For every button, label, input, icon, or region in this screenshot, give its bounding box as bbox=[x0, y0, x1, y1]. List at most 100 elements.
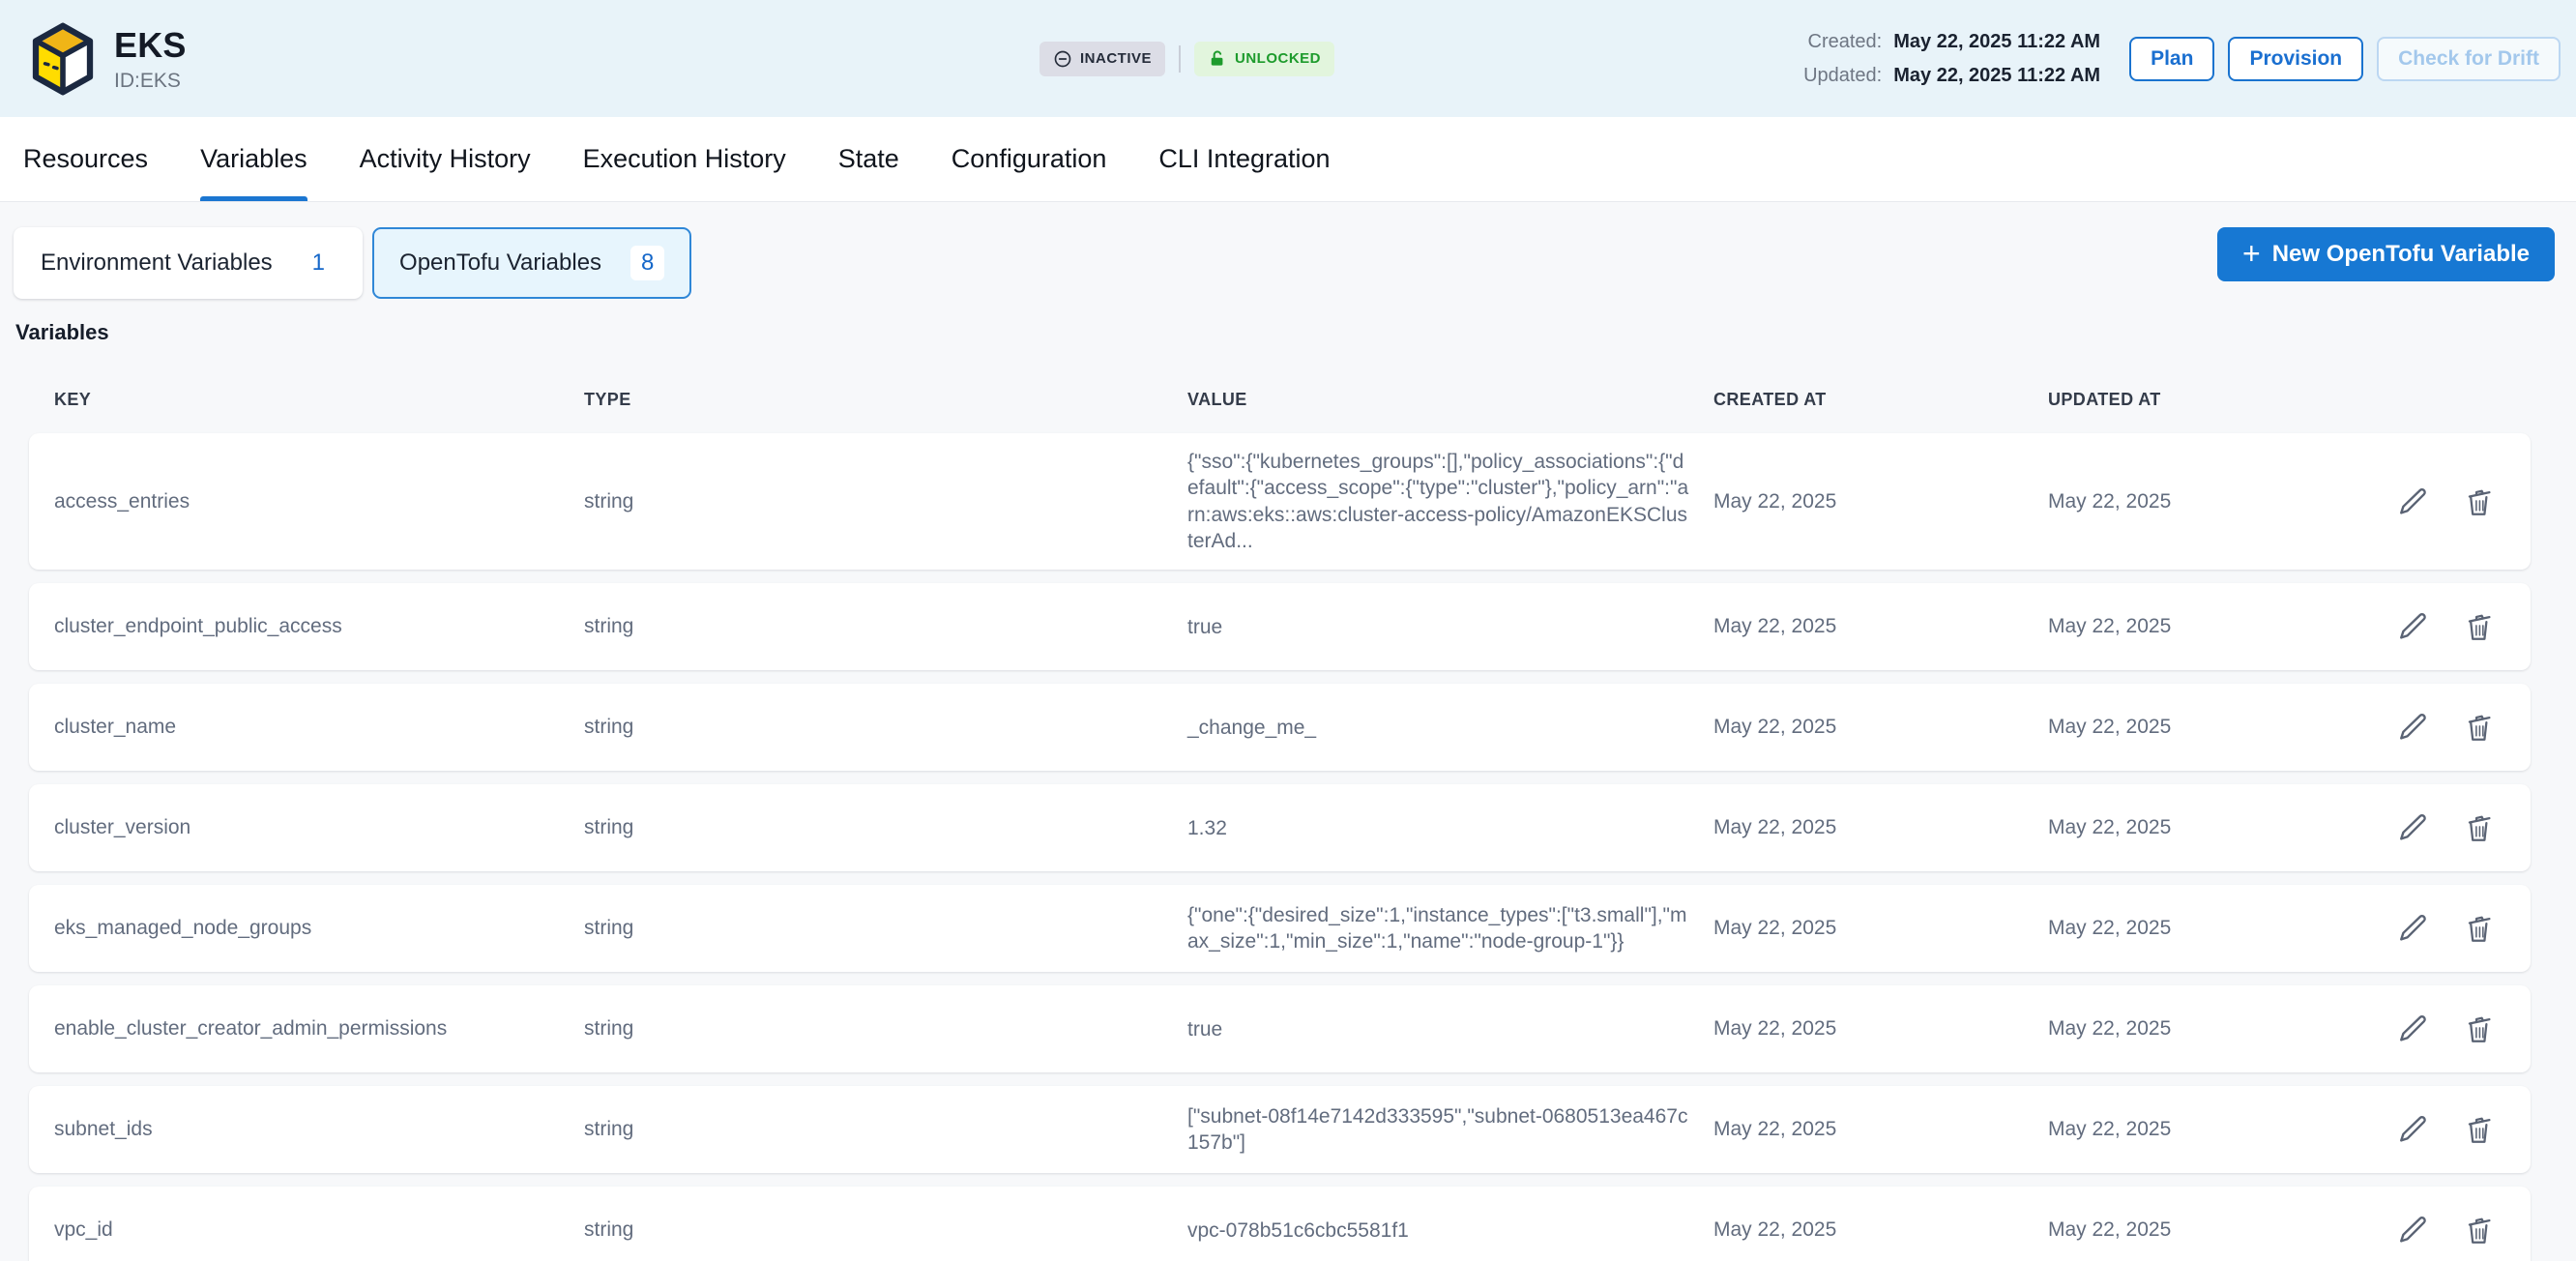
table-row: subnet_ids string ["subnet-08f14e7142d33… bbox=[29, 1086, 2531, 1173]
edit-variable-button[interactable] bbox=[2397, 711, 2430, 744]
table-row: cluster_endpoint_public_access string tr… bbox=[29, 583, 2531, 670]
opentofu-variables-toggle[interactable]: OpenTofu Variables 8 bbox=[372, 227, 691, 299]
variable-value: {"one":{"desired_size":1,"instance_types… bbox=[1187, 902, 1713, 955]
edit-variable-button[interactable] bbox=[2397, 485, 2430, 518]
new-opentofu-variable-label: New OpenTofu Variable bbox=[2272, 241, 2530, 268]
delete-variable-button[interactable] bbox=[2463, 610, 2496, 643]
tab-execution-history[interactable]: Execution History bbox=[583, 117, 786, 201]
delete-variable-button[interactable] bbox=[2463, 811, 2496, 844]
tab-bar: Resources Variables Activity History Exe… bbox=[0, 117, 2576, 202]
variable-created-at: May 22, 2025 bbox=[1713, 1017, 2048, 1041]
trash-icon bbox=[2463, 1214, 2496, 1246]
created-value: May 22, 2025 11:22 AM bbox=[1893, 31, 2100, 53]
pencil-icon bbox=[2397, 1113, 2430, 1146]
variable-type: string bbox=[584, 917, 1187, 940]
column-header-updated-at: UPDATED AT bbox=[2048, 390, 2338, 410]
opentofu-variables-count: 8 bbox=[630, 246, 664, 280]
edit-variable-button[interactable] bbox=[2397, 1113, 2430, 1146]
pencil-icon bbox=[2397, 1214, 2430, 1246]
header-actions: Plan Provision Check for Drift bbox=[2129, 37, 2561, 81]
updated-label: Updated: bbox=[1803, 65, 1882, 87]
variable-type-toggles: Environment Variables 1 OpenTofu Variabl… bbox=[14, 227, 691, 299]
edit-variable-button[interactable] bbox=[2397, 610, 2430, 643]
variable-key: eks_managed_node_groups bbox=[54, 917, 584, 940]
trash-icon bbox=[2463, 811, 2496, 844]
trash-icon bbox=[2463, 485, 2496, 518]
variable-updated-at: May 22, 2025 bbox=[2048, 716, 2338, 739]
pencil-icon bbox=[2397, 1012, 2430, 1045]
pencil-icon bbox=[2397, 485, 2430, 518]
variable-created-at: May 22, 2025 bbox=[1713, 917, 2048, 940]
variable-updated-at: May 22, 2025 bbox=[2048, 490, 2338, 513]
variable-updated-at: May 22, 2025 bbox=[2048, 615, 2338, 638]
row-actions bbox=[2338, 1012, 2531, 1045]
status-badges: INACTIVE UNLOCKED bbox=[1039, 42, 1334, 76]
delete-variable-button[interactable] bbox=[2463, 485, 2496, 518]
variable-type: string bbox=[584, 1118, 1187, 1141]
trash-icon bbox=[2463, 711, 2496, 744]
variable-key: enable_cluster_creator_admin_permissions bbox=[54, 1017, 584, 1041]
variable-type: string bbox=[584, 490, 1187, 513]
brand: EKS ID:EKS bbox=[29, 22, 187, 96]
edit-variable-button[interactable] bbox=[2397, 912, 2430, 945]
column-header-type: TYPE bbox=[584, 390, 1187, 410]
trash-icon bbox=[2463, 610, 2496, 643]
plan-button[interactable]: Plan bbox=[2129, 37, 2214, 81]
variable-key: vpc_id bbox=[54, 1218, 584, 1242]
created-label: Created: bbox=[1803, 31, 1882, 53]
section-title: Variables bbox=[15, 320, 2576, 345]
table-row: access_entries string {"sso":{"kubernete… bbox=[29, 433, 2531, 570]
environment-variables-toggle[interactable]: Environment Variables 1 bbox=[14, 227, 363, 299]
tab-activity-history[interactable]: Activity History bbox=[360, 117, 531, 201]
variable-value: ["subnet-08f14e7142d333595","subnet-0680… bbox=[1187, 1103, 1713, 1157]
row-actions bbox=[2338, 485, 2531, 518]
variable-created-at: May 22, 2025 bbox=[1713, 716, 2048, 739]
environment-variables-label: Environment Variables bbox=[41, 249, 273, 277]
variable-created-at: May 22, 2025 bbox=[1713, 1118, 2048, 1141]
column-header-value: VALUE bbox=[1187, 390, 1713, 410]
edit-variable-button[interactable] bbox=[2397, 1214, 2430, 1246]
pencil-icon bbox=[2397, 711, 2430, 744]
row-actions bbox=[2338, 811, 2531, 844]
table-row: cluster_version string 1.32 May 22, 2025… bbox=[29, 784, 2531, 871]
edit-variable-button[interactable] bbox=[2397, 811, 2430, 844]
delete-variable-button[interactable] bbox=[2463, 1113, 2496, 1146]
unlock-icon bbox=[1208, 49, 1227, 69]
tab-cli-integration[interactable]: CLI Integration bbox=[1158, 117, 1330, 201]
status-badge-inactive-label: INACTIVE bbox=[1080, 50, 1152, 67]
variable-updated-at: May 22, 2025 bbox=[2048, 1118, 2338, 1141]
table-row: enable_cluster_creator_admin_permissions… bbox=[29, 985, 2531, 1072]
timestamps: Created: May 22, 2025 11:22 AM Updated: … bbox=[1803, 31, 2100, 87]
check-for-drift-button[interactable]: Check for Drift bbox=[2377, 37, 2561, 81]
new-opentofu-variable-button[interactable]: + New OpenTofu Variable bbox=[2217, 227, 2555, 281]
variable-updated-at: May 22, 2025 bbox=[2048, 816, 2338, 839]
tab-configuration[interactable]: Configuration bbox=[951, 117, 1107, 201]
variable-type: string bbox=[584, 1218, 1187, 1242]
provision-button[interactable]: Provision bbox=[2228, 37, 2363, 81]
delete-variable-button[interactable] bbox=[2463, 912, 2496, 945]
tab-state[interactable]: State bbox=[838, 117, 899, 201]
tab-variables[interactable]: Variables bbox=[200, 117, 307, 201]
variable-key: cluster_name bbox=[54, 716, 584, 739]
variable-key: access_entries bbox=[54, 490, 584, 513]
badge-divider bbox=[1179, 45, 1181, 73]
edit-variable-button[interactable] bbox=[2397, 1012, 2430, 1045]
column-header-key: KEY bbox=[54, 390, 584, 410]
tab-resources[interactable]: Resources bbox=[23, 117, 148, 201]
row-actions bbox=[2338, 610, 2531, 643]
delete-variable-button[interactable] bbox=[2463, 1012, 2496, 1045]
variable-key: cluster_version bbox=[54, 816, 584, 839]
variable-value: {"sso":{"kubernetes_groups":[],"policy_a… bbox=[1187, 449, 1713, 554]
variable-value: vpc-078b51c6cbc5581f1 bbox=[1187, 1217, 1713, 1244]
variable-value: 1.32 bbox=[1187, 815, 1713, 841]
column-header-created-at: CREATED AT bbox=[1713, 390, 2048, 410]
row-actions bbox=[2338, 1214, 2531, 1246]
trash-icon bbox=[2463, 1113, 2496, 1146]
delete-variable-button[interactable] bbox=[2463, 711, 2496, 744]
trash-icon bbox=[2463, 1012, 2496, 1045]
opentofu-logo-icon bbox=[29, 22, 97, 96]
variable-created-at: May 22, 2025 bbox=[1713, 1218, 2048, 1242]
delete-variable-button[interactable] bbox=[2463, 1214, 2496, 1246]
variable-updated-at: May 22, 2025 bbox=[2048, 1218, 2338, 1242]
variable-updated-at: May 22, 2025 bbox=[2048, 1017, 2338, 1041]
